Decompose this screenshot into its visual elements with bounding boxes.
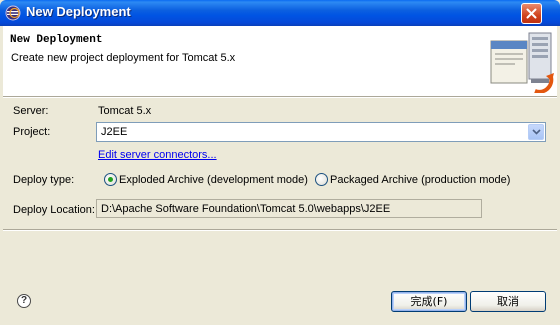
- packaged-archive-label[interactable]: Packaged Archive (production mode): [330, 174, 510, 186]
- server-value: Tomcat 5.x: [98, 105, 152, 117]
- wizard-banner: New Deployment Create new project deploy…: [3, 26, 557, 97]
- radio-selected-dot: [108, 177, 113, 182]
- eclipse-icon: [5, 5, 21, 21]
- project-label: Project:: [13, 126, 51, 138]
- window-title: New Deployment: [26, 4, 131, 19]
- project-combo-value: J2EE: [101, 126, 128, 138]
- deploy-location-field[interactable]: D:\Apache Software Foundation\Tomcat 5.0…: [96, 199, 482, 218]
- edit-server-connectors-link[interactable]: Edit server connectors...: [98, 149, 217, 161]
- banner-separator: [3, 97, 557, 98]
- title-bar[interactable]: New Deployment: [0, 0, 560, 26]
- project-combo-button[interactable]: [528, 124, 544, 140]
- deploy-type-label: Deploy type:: [13, 174, 75, 186]
- deploy-location-value: D:\Apache Software Foundation\Tomcat 5.0…: [101, 203, 391, 215]
- new-deployment-dialog: New Deployment New Deployment Create new…: [0, 0, 560, 325]
- server-label: Server:: [13, 105, 49, 117]
- exploded-archive-label[interactable]: Exploded Archive (development mode): [119, 174, 308, 186]
- deploy-server-icon: [490, 32, 554, 93]
- close-button[interactable]: [521, 3, 542, 24]
- cancel-button[interactable]: 取消: [470, 291, 546, 312]
- banner-description: Create new project deployment for Tomcat…: [11, 52, 236, 64]
- packaged-archive-radio[interactable]: [315, 173, 328, 186]
- deploy-location-label: Deploy Location:: [13, 204, 95, 216]
- project-combo[interactable]: J2EE: [96, 122, 546, 142]
- close-icon: [526, 8, 537, 19]
- exploded-archive-radio[interactable]: [104, 173, 117, 186]
- content-separator-highlight: [3, 230, 557, 231]
- finish-button[interactable]: 完成(F): [391, 291, 467, 312]
- banner-title: New Deployment: [10, 34, 103, 46]
- help-icon[interactable]: ?: [17, 294, 31, 308]
- chevron-down-icon: [532, 129, 541, 135]
